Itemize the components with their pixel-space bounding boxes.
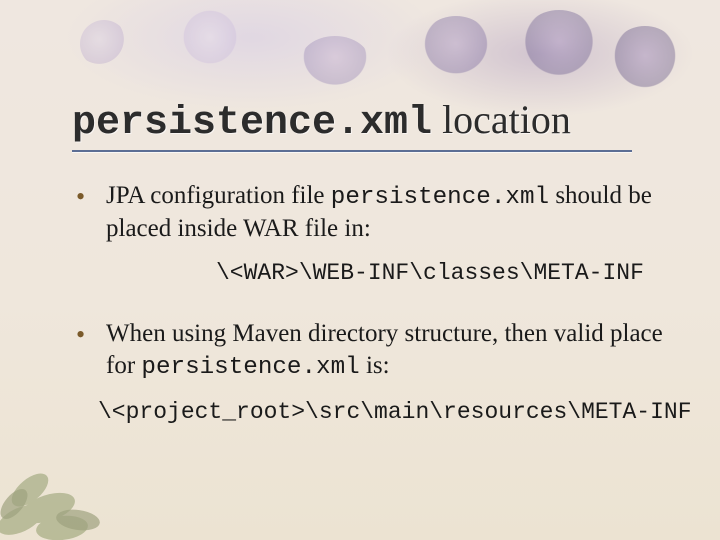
bullet-item: When using Maven directory structure, th… xyxy=(72,318,690,426)
slide-title: persistence.xml location xyxy=(72,96,571,148)
title-mono: persistence.xml xyxy=(72,101,432,146)
bullet-text-post: is: xyxy=(360,352,390,379)
bullet-text-mono: persistence.xml xyxy=(331,184,549,211)
code-path: \<WAR>\WEB-INF\classes\META-INF xyxy=(216,259,690,288)
bullet-item: JPA configuration file persistence.xml s… xyxy=(72,180,690,288)
code-path: \<project_root>\src\main\resources\META-… xyxy=(98,398,690,427)
title-underline xyxy=(72,150,632,152)
bullet-text-pre: JPA configuration file xyxy=(106,182,331,209)
content-area: persistence.xml location JPA configurati… xyxy=(72,96,690,457)
slide: persistence.xml location JPA configurati… xyxy=(0,0,720,540)
title-rest: location xyxy=(432,97,571,142)
bullet-list: JPA configuration file persistence.xml s… xyxy=(72,180,690,427)
bullet-text-mono: persistence.xml xyxy=(141,354,359,381)
